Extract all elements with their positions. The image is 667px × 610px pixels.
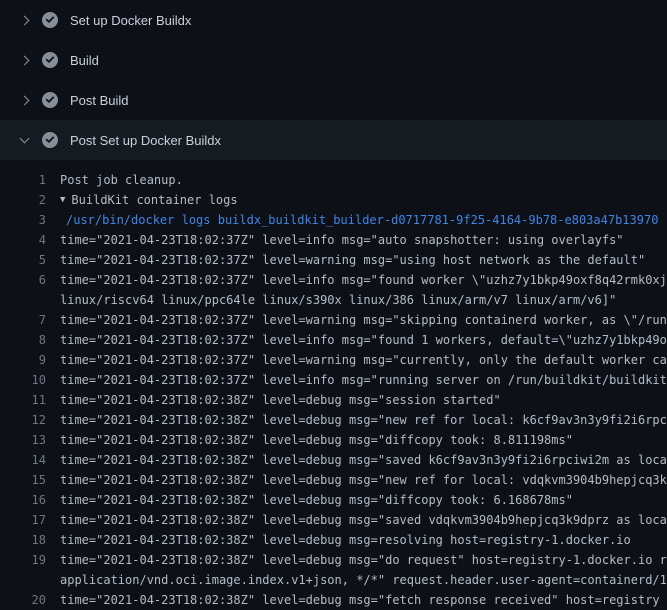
log-line-number[interactable]: 5 bbox=[8, 250, 46, 270]
check-circle-icon bbox=[42, 132, 58, 148]
step-row[interactable]: Set up Docker Buildx bbox=[0, 0, 667, 40]
log-line-number[interactable]: 9 bbox=[8, 350, 46, 370]
log-line-number[interactable]: 6 bbox=[8, 270, 46, 290]
step-row[interactable]: Build bbox=[0, 40, 667, 80]
step-list: Set up Docker Buildx Build Post Build bbox=[0, 0, 667, 160]
log-line: 15 ▼ time="2021-04-23T18:02:38Z" level=d… bbox=[8, 470, 667, 490]
log-line-text: time="2021-04-23T18:02:38Z" level=debug … bbox=[60, 470, 667, 490]
log-line[interactable]: 2 ▼ BuildKit container logs bbox=[8, 190, 667, 210]
log-line-number[interactable]: 10 bbox=[8, 370, 46, 390]
log-line-text: time="2021-04-23T18:02:38Z" level=debug … bbox=[60, 530, 631, 550]
log-line-text: time="2021-04-23T18:02:37Z" level=info m… bbox=[60, 270, 667, 290]
log-line: 19 ▼ time="2021-04-23T18:02:38Z" level=d… bbox=[8, 550, 667, 570]
log-line-text: time="2021-04-23T18:02:38Z" level=debug … bbox=[60, 590, 660, 610]
log-line-text: time="2021-04-23T18:02:37Z" level=warnin… bbox=[60, 310, 667, 330]
step-row[interactable]: Post Set up Docker Buildx bbox=[0, 120, 667, 160]
step-row[interactable]: Post Build bbox=[0, 80, 667, 120]
actions-log-viewer: Set up Docker Buildx Build Post Build bbox=[0, 0, 667, 600]
log-line-text: time="2021-04-23T18:02:38Z" level=debug … bbox=[60, 430, 573, 450]
log-line: 13 ▼ time="2021-04-23T18:02:38Z" level=d… bbox=[8, 430, 667, 450]
log-line: 11 ▼ time="2021-04-23T18:02:38Z" level=d… bbox=[8, 390, 667, 410]
log-line: 14 ▼ time="2021-04-23T18:02:38Z" level=d… bbox=[8, 450, 667, 470]
log-line-number[interactable]: 16 bbox=[8, 490, 46, 510]
log-line-text: /usr/bin/docker logs buildx_buildkit_bui… bbox=[60, 210, 658, 230]
log-line-text: Post job cleanup. bbox=[60, 170, 183, 190]
log-line: 9 ▼ time="2021-04-23T18:02:37Z" level=wa… bbox=[8, 350, 667, 370]
log-line: ▼ application/vnd.oci.image.index.v1+jso… bbox=[8, 570, 667, 590]
log-line-text: linux/riscv64 linux/ppc64le linux/s390x … bbox=[60, 290, 616, 310]
log-line-text: application/vnd.oci.image.index.v1+json,… bbox=[60, 570, 667, 590]
step-label: Build bbox=[70, 53, 99, 68]
log-line: ▼ linux/riscv64 linux/ppc64le linux/s390… bbox=[8, 290, 667, 310]
log-line-number[interactable]: 3 bbox=[8, 210, 46, 230]
log-line-number[interactable] bbox=[8, 290, 46, 310]
step-label: Post Build bbox=[70, 93, 129, 108]
log-line: 20 ▼ time="2021-04-23T18:02:38Z" level=d… bbox=[8, 590, 667, 610]
check-circle-icon bbox=[42, 92, 58, 108]
log-line-number[interactable]: 15 bbox=[8, 470, 46, 490]
log-line-number[interactable]: 1 bbox=[8, 170, 46, 190]
log-line-text: time="2021-04-23T18:02:38Z" level=debug … bbox=[60, 490, 573, 510]
chevron-right-icon bbox=[16, 57, 32, 64]
check-circle-icon bbox=[42, 12, 58, 28]
log-line: 4 ▼ time="2021-04-23T18:02:37Z" level=in… bbox=[8, 230, 667, 250]
check-circle-icon bbox=[42, 52, 58, 68]
log-line-text: time="2021-04-23T18:02:38Z" level=debug … bbox=[60, 550, 667, 570]
log-line-number[interactable]: 18 bbox=[8, 530, 46, 550]
log-line-text: BuildKit container logs bbox=[71, 190, 237, 210]
log-line: 18 ▼ time="2021-04-23T18:02:38Z" level=d… bbox=[8, 530, 667, 550]
log-line: 10 ▼ time="2021-04-23T18:02:37Z" level=i… bbox=[8, 370, 667, 390]
group-toggle-icon: ▼ bbox=[60, 190, 65, 210]
log-line: 17 ▼ time="2021-04-23T18:02:38Z" level=d… bbox=[8, 510, 667, 530]
log-line: 12 ▼ time="2021-04-23T18:02:38Z" level=d… bbox=[8, 410, 667, 430]
log-line: 5 ▼ time="2021-04-23T18:02:37Z" level=wa… bbox=[8, 250, 667, 270]
log-line-text: time="2021-04-23T18:02:37Z" level=info m… bbox=[60, 370, 667, 390]
log-line-text: time="2021-04-23T18:02:37Z" level=warnin… bbox=[60, 250, 645, 270]
log-line-number[interactable]: 13 bbox=[8, 430, 46, 450]
log-line-number[interactable]: 2 bbox=[8, 190, 46, 210]
log-line-number[interactable]: 4 bbox=[8, 230, 46, 250]
log-line: 16 ▼ time="2021-04-23T18:02:38Z" level=d… bbox=[8, 490, 667, 510]
chevron-right-icon bbox=[16, 17, 32, 24]
log-line-number[interactable]: 7 bbox=[8, 310, 46, 330]
log-line: 6 ▼ time="2021-04-23T18:02:37Z" level=in… bbox=[8, 270, 667, 290]
log-line-number[interactable]: 8 bbox=[8, 330, 46, 350]
log-line-text: time="2021-04-23T18:02:38Z" level=debug … bbox=[60, 450, 667, 470]
log-line: 3 ▼ /usr/bin/docker logs buildx_buildkit… bbox=[8, 210, 667, 230]
log-line-text: time="2021-04-23T18:02:38Z" level=debug … bbox=[60, 410, 667, 430]
log-line-text: time="2021-04-23T18:02:37Z" level=info m… bbox=[60, 330, 667, 350]
log-line: 7 ▼ time="2021-04-23T18:02:37Z" level=wa… bbox=[8, 310, 667, 330]
log-line-number[interactable]: 17 bbox=[8, 510, 46, 530]
log-line-number[interactable]: 11 bbox=[8, 390, 46, 410]
log-line-text: time="2021-04-23T18:02:37Z" level=warnin… bbox=[60, 350, 667, 370]
step-label: Post Set up Docker Buildx bbox=[70, 133, 221, 148]
chevron-right-icon bbox=[16, 97, 32, 104]
log-line: 8 ▼ time="2021-04-23T18:02:37Z" level=in… bbox=[8, 330, 667, 350]
log-panel: 1 ▼ Post job cleanup. 2 ▼ BuildKit conta… bbox=[0, 160, 667, 610]
log-line-number[interactable]: 14 bbox=[8, 450, 46, 470]
log-line-text: time="2021-04-23T18:02:37Z" level=info m… bbox=[60, 230, 624, 250]
log-line-number[interactable]: 20 bbox=[8, 590, 46, 610]
log-line-number[interactable]: 12 bbox=[8, 410, 46, 430]
log-line-text: time="2021-04-23T18:02:38Z" level=debug … bbox=[60, 390, 501, 410]
log-line-text: time="2021-04-23T18:02:38Z" level=debug … bbox=[60, 510, 667, 530]
log-line: 1 ▼ Post job cleanup. bbox=[8, 170, 667, 190]
log-line-number[interactable]: 19 bbox=[8, 550, 46, 570]
log-line-number[interactable] bbox=[8, 570, 46, 590]
chevron-down-icon bbox=[16, 138, 32, 142]
step-label: Set up Docker Buildx bbox=[70, 13, 191, 28]
